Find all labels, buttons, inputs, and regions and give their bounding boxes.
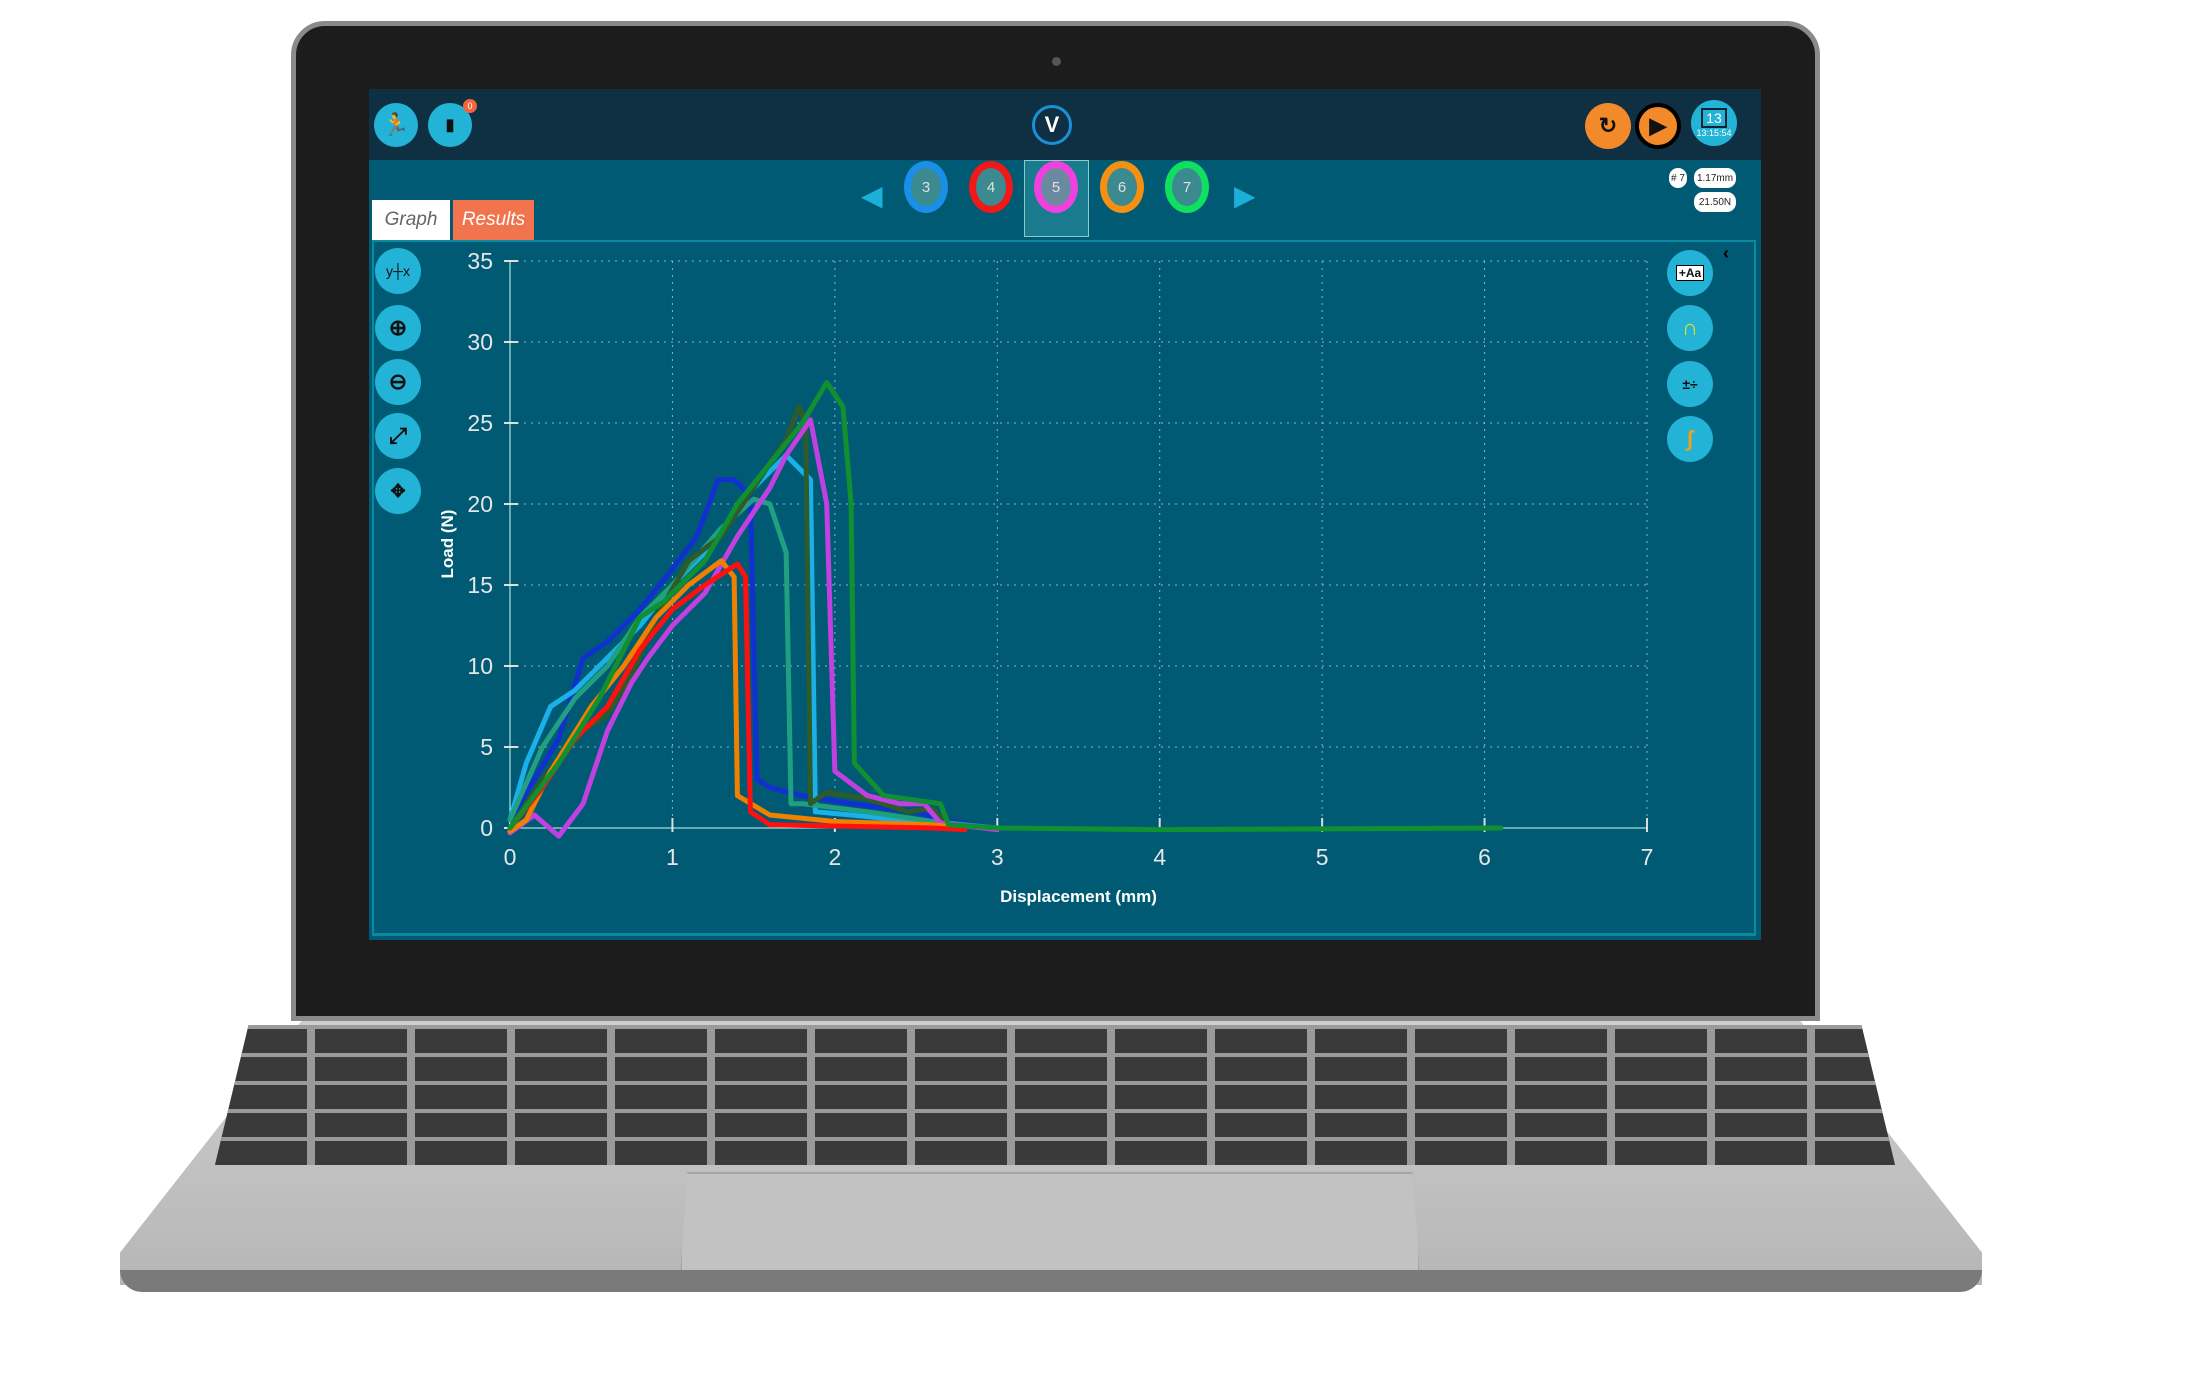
app-screen: 🏃 ▮ 0 V ↻ ▶ 13 13:15:54 ◀ ▶ 34567 # 7 1.… bbox=[369, 89, 1761, 940]
x-tick-label: 3 bbox=[991, 844, 1004, 870]
x-tick-label: 5 bbox=[1316, 844, 1329, 870]
y-tick-label: 10 bbox=[467, 653, 493, 679]
webcam bbox=[1052, 57, 1061, 66]
keyboard-rows bbox=[215, 1025, 1895, 1165]
series-0-line bbox=[507, 477, 1000, 831]
x-tick-label: 1 bbox=[666, 844, 679, 870]
y-tick-label: 30 bbox=[467, 329, 493, 355]
x-tick-label: 6 bbox=[1478, 844, 1491, 870]
y-tick-label: 0 bbox=[480, 815, 493, 841]
x-tick-label: 2 bbox=[828, 844, 841, 870]
y-axis-label: Load (N) bbox=[438, 510, 457, 579]
series-7-line bbox=[507, 380, 1504, 833]
x-axis-label: Displacement (mm) bbox=[1000, 887, 1157, 906]
laptop-lip bbox=[120, 1270, 1982, 1292]
x-tick-label: 0 bbox=[504, 844, 517, 870]
series-3-line bbox=[507, 404, 952, 831]
y-tick-label: 35 bbox=[467, 248, 493, 274]
x-tick-label: 4 bbox=[1153, 844, 1166, 870]
y-tick-label: 25 bbox=[467, 410, 493, 436]
x-tick-label: 7 bbox=[1641, 844, 1654, 870]
y-tick-label: 15 bbox=[467, 572, 493, 598]
trackpad bbox=[680, 1172, 1420, 1277]
load-displacement-chart: 0 1 2 3 4 5 6 7 0 5 10 15 20 25 30 35 Displacement (mm) L… bbox=[438, 248, 1654, 906]
y-tick-label: 20 bbox=[467, 491, 493, 517]
y-tick-label: 5 bbox=[480, 734, 493, 760]
